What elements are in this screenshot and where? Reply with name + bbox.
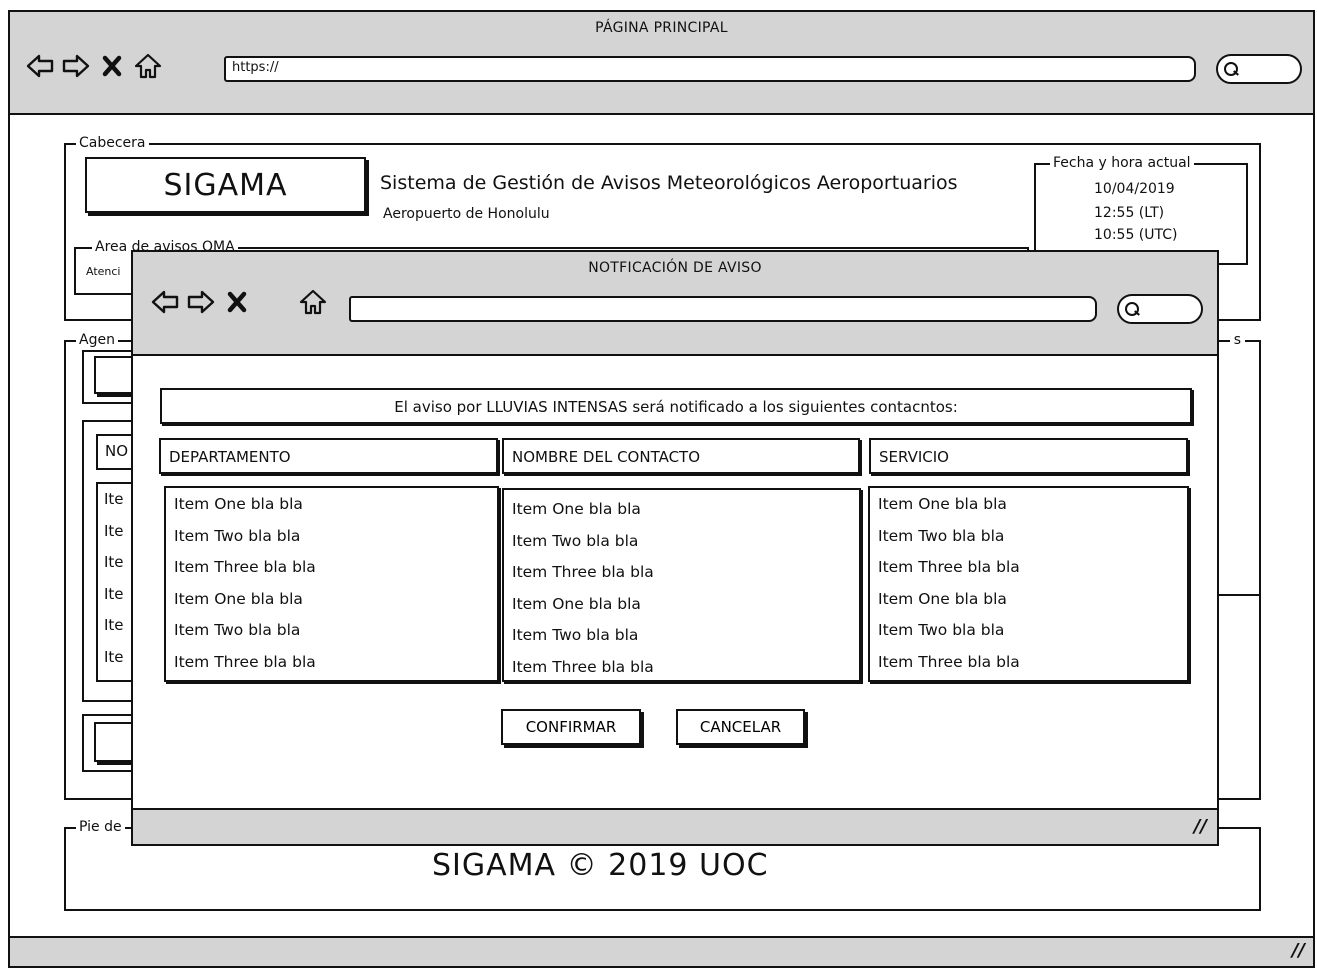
home-icon[interactable] [134, 52, 162, 80]
list-item[interactable]: Item One bla bla [878, 494, 1179, 526]
contact-name-header: NOMBRE DEL CONTACTO [502, 438, 860, 474]
footer-copyright: SIGAMA © 2019 UOC [432, 848, 769, 883]
url-bar[interactable]: https:// [224, 56, 1196, 82]
department-list: Item One bla bla Item Two bla bla Item T… [164, 486, 499, 682]
dialog-statusbar: // [133, 808, 1217, 844]
search-field[interactable] [1216, 54, 1302, 84]
header-legend: Cabecera [76, 135, 149, 151]
resize-grip-icon[interactable]: // [1292, 940, 1305, 961]
list-item[interactable]: Item Two bla bla [174, 620, 489, 652]
dialog-title: NOTFICACIÓN DE AVISO [588, 260, 762, 276]
datetime-legend: Fecha y hora actual [1050, 155, 1194, 171]
confirm-button[interactable]: CONFIRMAR [501, 709, 641, 745]
list-item[interactable]: Item One bla bla [878, 589, 1179, 621]
close-icon[interactable] [223, 288, 251, 316]
arrow-right-icon[interactable] [62, 52, 90, 80]
list-item[interactable]: Item Two bla bla [512, 531, 851, 563]
home-icon[interactable] [299, 288, 327, 316]
window-title: PÁGINA PRINCIPAL [595, 20, 728, 36]
arrow-left-icon[interactable] [26, 52, 54, 80]
notification-dialog: NOTFICACIÓN DE AVISO El aviso por LLUVIA… [131, 250, 1219, 846]
list-item[interactable]: Item One bla bla [174, 589, 489, 621]
list-item[interactable]: Item Three bla bla [512, 657, 851, 689]
cancel-button[interactable]: CANCELAR [676, 709, 805, 745]
list-item[interactable]: Item One bla bla [174, 494, 489, 526]
arrow-left-icon[interactable] [151, 288, 179, 316]
list-item[interactable]: Item Three bla bla [174, 557, 489, 589]
list-item[interactable]: Item Two bla bla [878, 620, 1179, 652]
list-item[interactable]: Item Two bla bla [174, 526, 489, 558]
service-header: SERVICIO [869, 438, 1188, 474]
close-icon[interactable] [98, 52, 126, 80]
notification-message: El aviso por LLUVIAS INTENSAS será notif… [160, 388, 1192, 424]
airport-name: Aeropuerto de Honolulu [383, 206, 550, 222]
agenda-right-legend: s [1229, 332, 1245, 348]
dialog-search-field[interactable] [1117, 294, 1203, 324]
browser-toolbar: PÁGINA PRINCIPAL https:// [10, 12, 1313, 115]
app-logo: SIGAMA [85, 157, 366, 213]
contact-name-list: Item One bla bla Item Two bla bla Item T… [502, 488, 861, 682]
list-item[interactable]: Item Three bla bla [512, 562, 851, 594]
local-time: 12:55 (LT) [1094, 205, 1165, 221]
list-item[interactable]: Item Three bla bla [878, 557, 1179, 589]
list-item[interactable]: Item Two bla bla [512, 625, 851, 657]
list-item[interactable]: Item Three bla bla [878, 652, 1179, 684]
list-item[interactable]: Item Three bla bla [174, 652, 489, 684]
arrow-right-icon[interactable] [187, 288, 215, 316]
oma-text: Atenci [86, 265, 121, 278]
footer-legend: Pie de [76, 819, 125, 835]
utc-time: 10:55 (UTC) [1094, 227, 1178, 243]
list-item[interactable]: Item One bla bla [512, 499, 851, 531]
department-header: DEPARTAMENTO [159, 438, 498, 474]
list-item[interactable]: Item Two bla bla [878, 526, 1179, 558]
dialog-toolbar: NOTFICACIÓN DE AVISO [133, 252, 1217, 356]
resize-grip-icon[interactable]: // [1194, 816, 1207, 837]
search-icon [1125, 302, 1139, 316]
list-item[interactable]: Item One bla bla [512, 594, 851, 626]
dialog-url-bar[interactable] [349, 296, 1097, 322]
search-icon [1224, 62, 1238, 76]
system-name: Sistema de Gestión de Avisos Meteorológi… [380, 172, 958, 194]
agenda-legend: Agen [76, 332, 118, 348]
service-list: Item One bla bla Item Two bla bla Item T… [868, 486, 1189, 682]
browser-statusbar: // [10, 936, 1313, 966]
current-date: 10/04/2019 [1094, 181, 1175, 197]
